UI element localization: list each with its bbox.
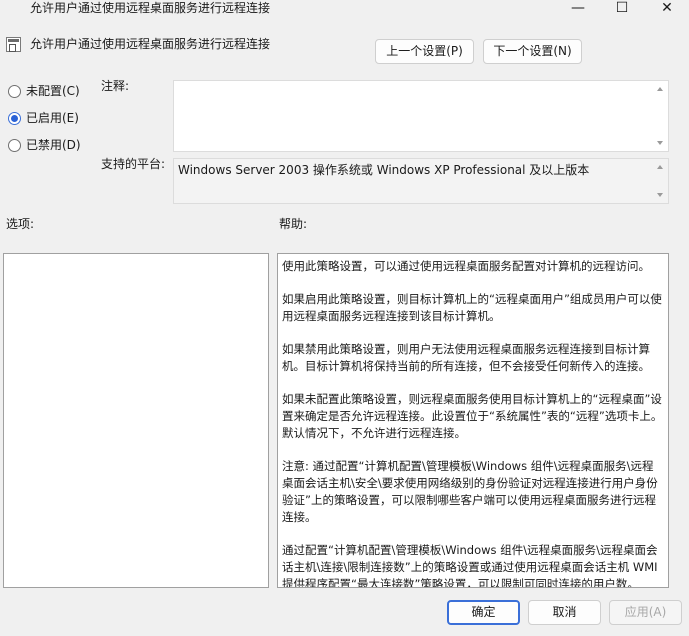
policy-name: 允许用户通过使用远程桌面服务进行远程连接 bbox=[30, 37, 271, 51]
window-title: 允许用户通过使用远程桌面服务进行远程连接 bbox=[30, 1, 271, 15]
title-bar: 允许用户通过使用远程桌面服务进行远程连接 — ☐ ✕ bbox=[0, 0, 689, 20]
radio-not-configured-label: 未配置(C) bbox=[26, 84, 80, 98]
radio-disabled-label: 已禁用(D) bbox=[26, 138, 81, 152]
cancel-button[interactable]: 取消 bbox=[528, 600, 601, 625]
radio-disabled-dot[interactable] bbox=[8, 138, 21, 152]
minimize-icon[interactable]: — bbox=[556, 0, 600, 20]
next-setting-button[interactable]: 下一个设置(N) bbox=[483, 39, 582, 64]
help-paragraph: 如果禁用此策略设置，则用户无法使用远程桌面服务远程连接到目标计算机。目标计算机将… bbox=[282, 342, 650, 373]
scroll-down-icon[interactable] bbox=[657, 141, 663, 145]
ok-button[interactable]: 确定 bbox=[447, 600, 520, 625]
comment-label: 注释: bbox=[101, 79, 130, 93]
radio-enabled-label: 已启用(E) bbox=[26, 111, 79, 125]
previous-setting-button[interactable]: 上一个设置(P) bbox=[375, 39, 474, 64]
apply-button[interactable]: 应用(A) bbox=[609, 600, 682, 625]
radio-disabled[interactable]: 已禁用(D) bbox=[8, 137, 81, 153]
help-paragraph: 如果启用此策略设置，则目标计算机上的“远程桌面用户”组成员用户可以使用远程桌面服… bbox=[282, 292, 662, 323]
options-panel bbox=[3, 253, 269, 588]
radio-enabled[interactable]: 已启用(E) bbox=[8, 110, 79, 126]
scroll-down-icon[interactable] bbox=[657, 193, 663, 197]
help-paragraph: 使用此策略设置，可以通过使用远程桌面服务配置对计算机的远程访问。 bbox=[282, 259, 650, 273]
comment-scrollbar[interactable] bbox=[653, 81, 668, 151]
help-paragraph: 注意: 通过配置“计算机配置\管理模板\Windows 组件\远程桌面服务\远程… bbox=[282, 459, 658, 524]
platform-label: 支持的平台: bbox=[101, 157, 166, 171]
help-paragraph: 通过配置“计算机配置\管理模板\Windows 组件\远程桌面服务\远程桌面会话… bbox=[282, 543, 658, 588]
help-panel[interactable]: 使用此策略设置，可以通过使用远程桌面服务配置对计算机的远程访问。 如果启用此策略… bbox=[277, 253, 669, 588]
close-icon[interactable]: ✕ bbox=[645, 0, 689, 20]
scroll-up-icon[interactable] bbox=[657, 165, 663, 169]
radio-not-configured[interactable]: 未配置(C) bbox=[8, 83, 80, 99]
platform-value: Windows Server 2003 操作系统或 Windows XP Pro… bbox=[178, 163, 590, 177]
help-text: 使用此策略设置，可以通过使用远程桌面服务配置对计算机的远程访问。 如果启用此策略… bbox=[282, 258, 664, 588]
platform-field: Windows Server 2003 操作系统或 Windows XP Pro… bbox=[173, 158, 669, 204]
radio-not-configured-dot[interactable] bbox=[8, 84, 21, 98]
options-label: 选项: bbox=[6, 217, 35, 231]
comment-textarea[interactable] bbox=[173, 80, 669, 152]
maximize-icon[interactable]: ☐ bbox=[600, 0, 644, 20]
help-paragraph: 如果未配置此策略设置，则远程桌面服务使用目标计算机上的“远程桌面”设置来确定是否… bbox=[282, 392, 663, 440]
scroll-up-icon[interactable] bbox=[657, 87, 663, 91]
policy-setting-icon bbox=[6, 37, 21, 52]
radio-enabled-dot[interactable] bbox=[8, 111, 21, 125]
platform-scrollbar[interactable] bbox=[653, 159, 668, 203]
help-label: 帮助: bbox=[279, 217, 308, 231]
